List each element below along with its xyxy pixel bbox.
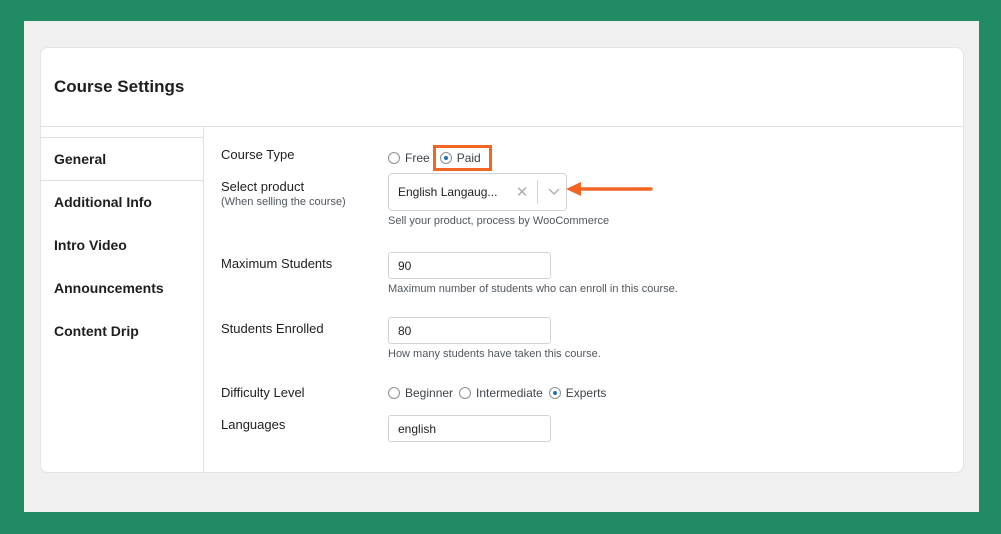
radio-intermediate[interactable] [459, 387, 472, 399]
course-type-label: Course Type [221, 147, 295, 162]
clear-icon[interactable]: ✕ [511, 183, 533, 201]
tab-intro-video[interactable]: Intro Video [41, 224, 203, 267]
course-type-radio-group: Free Paid [388, 145, 498, 171]
difficulty-experts-option[interactable]: Experts [548, 386, 606, 400]
course-settings-card: Course Settings General Additional Info … [40, 47, 964, 473]
maximum-students-label: Maximum Students [221, 256, 333, 271]
tab-additional-info[interactable]: Additional Info [41, 181, 203, 224]
chevron-down-icon[interactable] [542, 188, 566, 196]
tab-content-drip[interactable]: Content Drip [41, 310, 203, 353]
difficulty-radio-group: Beginner Intermediate Experts [388, 386, 612, 400]
languages-label: Languages [221, 417, 286, 432]
card-header: Course Settings [41, 48, 963, 127]
select-product-helper: Sell your product, process by WooCommerc… [388, 215, 610, 227]
radio-experts[interactable] [548, 387, 561, 399]
radio-paid[interactable] [439, 152, 452, 164]
tab-announcements[interactable]: Announcements [41, 267, 203, 310]
students-enrolled-helper: How many students have taken this course… [388, 348, 601, 360]
difficulty-beginner-option[interactable]: Beginner [388, 386, 453, 400]
radio-free[interactable] [388, 152, 400, 164]
radio-beginner[interactable] [388, 387, 400, 399]
course-type-paid-option[interactable]: Paid [432, 145, 492, 171]
languages-input[interactable] [388, 415, 551, 442]
product-select[interactable]: English Langaug... ✕ [388, 173, 567, 211]
select-product-label: Select product [221, 179, 305, 194]
difficulty-intermediate-option[interactable]: Intermediate [459, 386, 543, 400]
students-enrolled-input[interactable] [388, 317, 551, 344]
difficulty-level-label: Difficulty Level [221, 385, 305, 400]
select-product-sublabel: (When selling the course) [221, 196, 346, 208]
students-enrolled-label: Students Enrolled [221, 321, 324, 336]
course-type-free-option[interactable]: Free [388, 151, 430, 165]
product-select-value: English Langaug... [398, 185, 498, 199]
maximum-students-helper: Maximum number of students who can enrol… [388, 283, 678, 295]
tab-general[interactable]: General [41, 138, 203, 181]
settings-sidebar: General Additional Info Intro Video Anno… [41, 127, 204, 472]
page-background: Course Settings General Additional Info … [24, 21, 979, 512]
annotation-arrow-icon [566, 182, 653, 196]
maximum-students-input[interactable] [388, 252, 551, 279]
card-title: Course Settings [54, 77, 185, 96]
